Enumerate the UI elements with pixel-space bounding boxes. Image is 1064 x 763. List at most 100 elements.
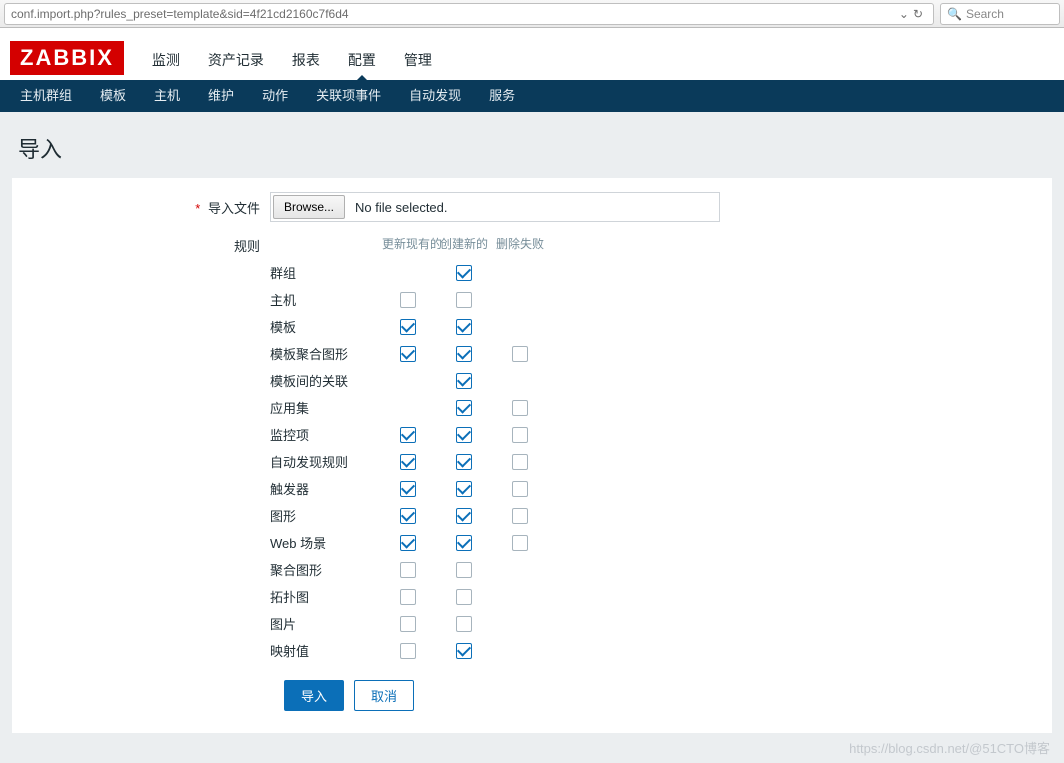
primary-tab-3[interactable]: 配置 [334, 40, 390, 80]
checkbox-update-10[interactable] [400, 535, 416, 551]
checkbox-update-12[interactable] [400, 589, 416, 605]
import-button[interactable]: 导入 [284, 680, 344, 711]
checkbox-delete-10[interactable] [512, 535, 528, 551]
checkbox-create-9[interactable] [456, 508, 472, 524]
rules-label: 规则 [234, 239, 260, 254]
rule-label: 主机 [270, 290, 380, 309]
rule-label: 应用集 [270, 398, 380, 417]
rule-row-4: 模板间的关联 [270, 367, 548, 394]
file-row: * 导入文件 Browse... No file selected. [30, 192, 1034, 222]
checkbox-update-14[interactable] [400, 643, 416, 659]
checkbox-update-1[interactable] [400, 292, 416, 308]
secondary-tab-5[interactable]: 关联项事件 [302, 80, 395, 112]
checkbox-delete-8[interactable] [512, 481, 528, 497]
rule-row-11: 聚合图形 [270, 556, 548, 583]
rule-row-6: 监控项 [270, 421, 548, 448]
watermark: https://blog.csdn.net/@51CTO博客 [849, 738, 1050, 757]
primary-tab-1[interactable]: 资产记录 [194, 40, 278, 80]
checkbox-create-12[interactable] [456, 589, 472, 605]
button-row: 导入 取消 [284, 680, 1034, 711]
page-title: 导入 [18, 132, 1052, 164]
rule-label: 图形 [270, 506, 380, 525]
import-form-card: * 导入文件 Browse... No file selected. 规则 更新… [12, 178, 1052, 733]
checkbox-create-4[interactable] [456, 373, 472, 389]
reload-icon[interactable]: ↻ [913, 7, 923, 21]
url-text: conf.import.php?rules_preset=template&si… [11, 7, 349, 21]
rule-row-3: 模板聚合图形 [270, 340, 548, 367]
required-indicator: * [195, 201, 200, 216]
secondary-tab-1[interactable]: 模板 [86, 80, 140, 112]
primary-tab-4[interactable]: 管理 [390, 40, 446, 80]
checkbox-create-3[interactable] [456, 346, 472, 362]
checkbox-create-0[interactable] [456, 265, 472, 281]
rule-row-0: 群组 [270, 259, 548, 286]
checkbox-update-13[interactable] [400, 616, 416, 632]
checkbox-update-9[interactable] [400, 508, 416, 524]
checkbox-delete-3[interactable] [512, 346, 528, 362]
checkbox-create-2[interactable] [456, 319, 472, 335]
content-area: 导入 * 导入文件 Browse... No file selected. 规则 [0, 112, 1064, 763]
col-update: 更新现有的 [380, 235, 436, 252]
rule-row-1: 主机 [270, 286, 548, 313]
rule-label: 监控项 [270, 425, 380, 444]
search-placeholder: Search [966, 7, 1004, 21]
checkbox-update-6[interactable] [400, 427, 416, 443]
rule-row-14: 映射值 [270, 637, 548, 664]
rule-label: 自动发现规则 [270, 452, 380, 471]
secondary-tab-4[interactable]: 动作 [248, 80, 302, 112]
file-input[interactable]: Browse... No file selected. [270, 192, 720, 222]
rule-label: 触发器 [270, 479, 380, 498]
checkbox-delete-9[interactable] [512, 508, 528, 524]
rule-row-12: 拓扑图 [270, 583, 548, 610]
rule-row-10: Web 场景 [270, 529, 548, 556]
secondary-nav: 主机群组模板主机维护动作关联项事件自动发现服务 [0, 80, 1064, 112]
secondary-tab-3[interactable]: 维护 [194, 80, 248, 112]
checkbox-delete-6[interactable] [512, 427, 528, 443]
browse-button[interactable]: Browse... [273, 195, 345, 219]
primary-tab-0[interactable]: 监测 [138, 40, 194, 80]
checkbox-create-6[interactable] [456, 427, 472, 443]
checkbox-update-7[interactable] [400, 454, 416, 470]
rule-row-7: 自动发现规则 [270, 448, 548, 475]
checkbox-create-13[interactable] [456, 616, 472, 632]
checkbox-delete-5[interactable] [512, 400, 528, 416]
rule-label: 模板间的关联 [270, 371, 380, 390]
secondary-tab-7[interactable]: 服务 [475, 80, 529, 112]
browser-chrome: conf.import.php?rules_preset=template&si… [0, 0, 1064, 28]
secondary-tab-2[interactable]: 主机 [140, 80, 194, 112]
url-dropdown-icon[interactable]: ⌄ [899, 7, 909, 21]
checkbox-create-11[interactable] [456, 562, 472, 578]
checkbox-create-1[interactable] [456, 292, 472, 308]
file-label: 导入文件 [208, 201, 260, 216]
rule-row-2: 模板 [270, 313, 548, 340]
col-create: 创建新的 [436, 235, 492, 252]
secondary-tab-0[interactable]: 主机群组 [6, 80, 86, 112]
checkbox-update-8[interactable] [400, 481, 416, 497]
secondary-tab-6[interactable]: 自动发现 [395, 80, 475, 112]
rule-label: 聚合图形 [270, 560, 380, 579]
rule-label: 模板聚合图形 [270, 344, 380, 363]
rule-label: 映射值 [270, 641, 380, 660]
rule-label: Web 场景 [270, 533, 380, 552]
checkbox-update-2[interactable] [400, 319, 416, 335]
checkbox-create-14[interactable] [456, 643, 472, 659]
rule-label: 拓扑图 [270, 587, 380, 606]
rule-label: 图片 [270, 614, 380, 633]
rules-header: 更新现有的 创建新的 删除失败 [270, 230, 548, 257]
primary-nav: ZABBIX 监测资产记录报表配置管理 [0, 36, 1064, 80]
checkbox-create-8[interactable] [456, 481, 472, 497]
checkbox-delete-7[interactable] [512, 454, 528, 470]
rule-row-9: 图形 [270, 502, 548, 529]
checkbox-create-10[interactable] [456, 535, 472, 551]
checkbox-update-11[interactable] [400, 562, 416, 578]
checkbox-update-3[interactable] [400, 346, 416, 362]
primary-tab-2[interactable]: 报表 [278, 40, 334, 80]
rule-label: 模板 [270, 317, 380, 336]
url-bar[interactable]: conf.import.php?rules_preset=template&si… [4, 3, 934, 25]
logo[interactable]: ZABBIX [10, 41, 124, 75]
checkbox-create-7[interactable] [456, 454, 472, 470]
rule-row-13: 图片 [270, 610, 548, 637]
browser-search[interactable]: 🔍 Search [940, 3, 1060, 25]
cancel-button[interactable]: 取消 [354, 680, 414, 711]
checkbox-create-5[interactable] [456, 400, 472, 416]
